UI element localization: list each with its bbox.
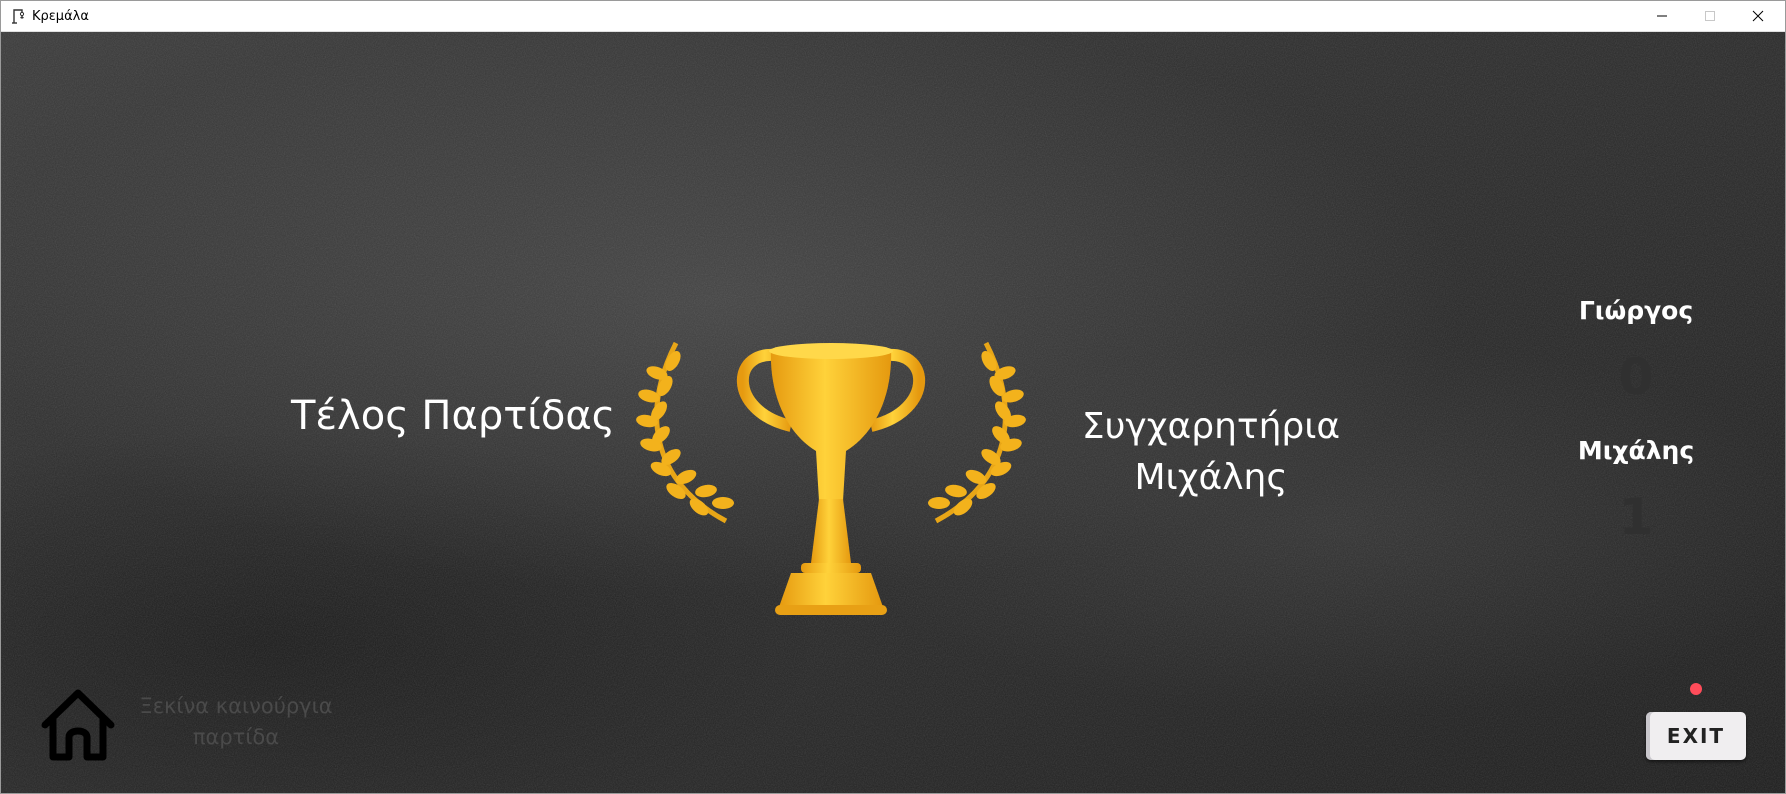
close-icon [1752, 10, 1764, 22]
player2-score: 1 [1618, 488, 1654, 546]
new-game-label-line2: παρτίδα [192, 725, 280, 749]
player1-name: Γιώργος [1578, 296, 1694, 325]
exit-button[interactable]: EXIT [1646, 712, 1746, 760]
laurel-right-icon [928, 341, 1027, 524]
laurel-left-icon [635, 341, 734, 524]
close-button[interactable] [1735, 1, 1781, 31]
minimize-button[interactable] [1639, 1, 1685, 31]
scoreboard: Γιώργος 0 Μιχάλης 1 [1541, 291, 1731, 571]
player1-score: 0 [1618, 348, 1654, 406]
app-window: Κρεμάλα Τέλος Παρτίδας Συγχαρητήρια Μιχά… [0, 0, 1786, 794]
game-over-title: Τέλος Παρτίδας [291, 393, 616, 439]
minimize-icon [1657, 15, 1667, 17]
window-title: Κρεμάλα [32, 9, 89, 24]
title-bar: Κρεμάλα [1, 1, 1785, 32]
new-game-button[interactable]: Ξεκίνα καινούργια παρτίδα [136, 691, 336, 753]
player2-name: Μιχάλης [1577, 436, 1695, 465]
notification-dot [1690, 683, 1702, 695]
congrats-text: Συγχαρητήρια [1081, 406, 1341, 447]
winner-name: Μιχάλης [1134, 457, 1288, 498]
congratulations-message: Συγχαρητήρια Μιχάλης [1061, 401, 1361, 503]
hangman-icon [12, 9, 25, 24]
maximize-button[interactable] [1687, 1, 1733, 31]
new-game-label-line1: Ξεκίνα καινούργια [139, 694, 333, 718]
home-icon[interactable] [39, 685, 117, 763]
maximize-icon [1705, 11, 1715, 21]
trophy-icon [635, 341, 1027, 615]
